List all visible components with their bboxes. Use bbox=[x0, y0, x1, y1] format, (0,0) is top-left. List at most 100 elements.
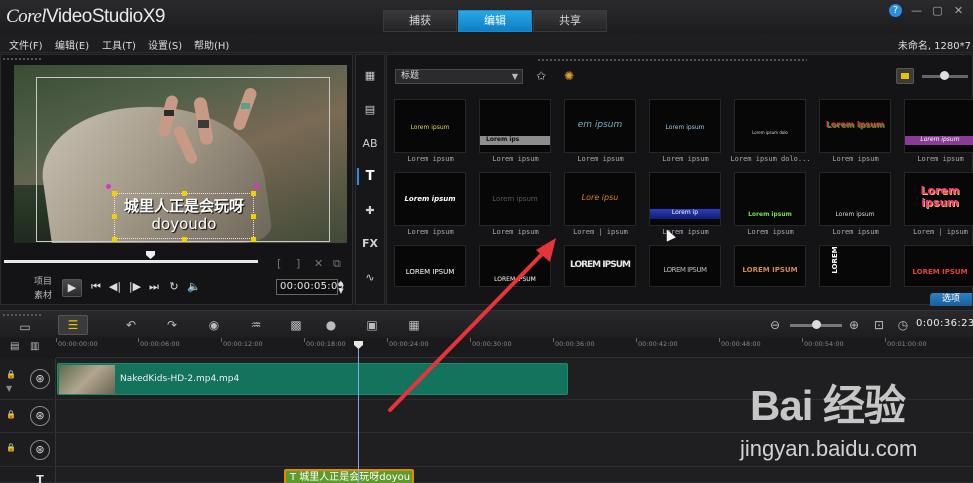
title-template[interactable]: Lorem ip Lorem ipsum bbox=[645, 172, 726, 238]
title-template[interactable]: Lorem ipsum dolo Lorem ipsum dolo... bbox=[730, 99, 811, 165]
tab-edit[interactable]: 编辑 bbox=[458, 10, 532, 32]
undo-icon[interactable]: ↶ bbox=[121, 317, 141, 333]
title-template[interactable]: LOREM IPSUM bbox=[730, 245, 811, 311]
title-template[interactable]: Lorem ips Lorem ipsum bbox=[475, 99, 556, 165]
title-clip[interactable]: T 城里人正是会玩呀doyou bbox=[284, 469, 414, 483]
options-button[interactable]: 选项 bbox=[930, 293, 972, 306]
chapter-icon[interactable]: ▥ bbox=[30, 341, 39, 352]
player-timecode[interactable]: 00:00:05:09 bbox=[276, 279, 344, 295]
thumbnail-view-button[interactable] bbox=[896, 68, 914, 84]
mark-in-icon[interactable]: [ bbox=[277, 257, 281, 270]
panel-grip[interactable] bbox=[2, 313, 42, 317]
title-template[interactable]: Lorem ipsum Lorem ipsum bbox=[390, 172, 471, 238]
title-template[interactable]: LOREM IPSUM bbox=[475, 245, 556, 311]
end-button[interactable]: ⏭ bbox=[147, 279, 161, 295]
auto-music-icon[interactable]: ▩ bbox=[286, 317, 306, 333]
title-template[interactable]: LOREM IPSUM bbox=[560, 245, 641, 311]
zoom-in-icon[interactable]: ⊕ bbox=[847, 317, 861, 333]
video-clip[interactable]: NakedKids-HD-2.mp4.mp4 bbox=[57, 363, 568, 395]
overlay-track[interactable]: 🔒 ⊛ bbox=[0, 400, 973, 433]
resize-handle[interactable] bbox=[112, 237, 117, 242]
add-star-icon[interactable]: ✩ bbox=[531, 67, 551, 85]
title-template[interactable]: LOREM IPSUM bbox=[390, 245, 471, 311]
media-icon[interactable]: ▦ bbox=[360, 67, 380, 84]
storyboard-view-icon[interactable]: ▭ bbox=[14, 319, 36, 335]
timeline-zoom-slider[interactable] bbox=[790, 320, 842, 329]
expand-icon[interactable]: ▼ bbox=[6, 384, 12, 393]
lock-icon[interactable]: 🔒 bbox=[6, 410, 16, 419]
title-track[interactable]: T bbox=[0, 467, 973, 483]
menu-help[interactable]: 帮助(H) bbox=[194, 37, 229, 52]
panel-grip[interactable] bbox=[537, 58, 807, 62]
timecode-stepper[interactable]: ▲ ▼ bbox=[337, 279, 345, 295]
overlay-track-icon[interactable]: ⊛ bbox=[30, 406, 50, 426]
maximize-icon[interactable]: ▢ bbox=[931, 4, 944, 17]
enlarge-icon[interactable]: ⧉ bbox=[333, 257, 341, 271]
lock-icon[interactable]: 🔒 bbox=[6, 370, 16, 379]
next-frame-button[interactable]: |▶ bbox=[127, 279, 143, 295]
title-template[interactable]: Lorem ipsum Lorem ipsum bbox=[475, 172, 556, 238]
resize-handle[interactable] bbox=[182, 237, 187, 242]
play-button[interactable]: ▶ bbox=[62, 279, 82, 297]
minimize-icon[interactable]: — bbox=[910, 4, 923, 17]
title-template[interactable]: Lorem ipsum Lorem ipsum bbox=[390, 99, 471, 165]
panel-grip[interactable] bbox=[2, 57, 42, 61]
close-icon[interactable]: ✕ bbox=[952, 4, 965, 17]
track-manager-icon[interactable]: ▤ bbox=[10, 341, 19, 352]
tab-capture[interactable]: 捕获 bbox=[383, 10, 457, 32]
lock-icon[interactable]: 🔒 bbox=[6, 443, 16, 452]
title-template[interactable]: LOREM bbox=[815, 245, 896, 311]
slider-knob[interactable] bbox=[812, 320, 821, 329]
mode-clip[interactable]: 素材 bbox=[34, 288, 52, 301]
timeline-view-icon[interactable]: ☰ bbox=[58, 315, 88, 335]
filter-icon[interactable]: FX bbox=[360, 235, 380, 252]
overlay-track[interactable]: 🔒 ⊛ bbox=[0, 433, 973, 467]
menu-tools[interactable]: 工具(T) bbox=[102, 37, 136, 52]
title-template[interactable]: Lorem ipsum Lorem ipsum bbox=[815, 172, 896, 238]
menu-edit[interactable]: 编辑(E) bbox=[55, 37, 89, 52]
subtitle-editor-icon[interactable]: ▣ bbox=[362, 317, 382, 333]
scrub-bar[interactable] bbox=[4, 260, 258, 263]
audio-mixer-icon[interactable]: ♒ bbox=[246, 317, 266, 333]
title-track-icon[interactable]: T bbox=[30, 471, 50, 483]
zoom-out-icon[interactable]: ⊖ bbox=[768, 317, 782, 333]
thumbnail-size-slider[interactable] bbox=[922, 71, 968, 80]
video-track-icon[interactable]: ⊛ bbox=[30, 369, 50, 389]
title-template[interactable]: Lorem ipsum Lorem | ipsum bbox=[900, 172, 973, 238]
resize-handle[interactable] bbox=[251, 237, 256, 242]
graphic-icon[interactable]: ✚ bbox=[360, 202, 380, 219]
repeat-button[interactable]: ↻ bbox=[167, 279, 181, 295]
title-template[interactable]: em ipsum Lorem ipsum bbox=[560, 99, 641, 165]
record-capture-icon[interactable]: ◉ bbox=[204, 317, 224, 333]
transition-icon[interactable]: AB bbox=[360, 135, 380, 152]
fit-project-icon[interactable]: ⊡ bbox=[872, 317, 886, 333]
help-icon[interactable]: ? bbox=[889, 4, 902, 17]
badge-icon[interactable]: ✺ bbox=[559, 67, 579, 85]
multi-camera-icon[interactable]: ▦ bbox=[404, 317, 424, 333]
volume-button[interactable]: 🔈 bbox=[186, 279, 202, 295]
mode-project[interactable]: 项目 bbox=[34, 274, 52, 287]
slider-knob[interactable] bbox=[940, 71, 949, 80]
timeline-ruler[interactable]: 00:00:00:00 00:00:06:00 00:00:12:00 00:0… bbox=[56, 338, 973, 358]
rotate-handle[interactable] bbox=[254, 184, 259, 189]
menu-file[interactable]: 文件(F) bbox=[9, 37, 43, 52]
title-template[interactable]: Lorem ipsum Lorem ipsum bbox=[645, 99, 726, 165]
previous-frame-button[interactable]: ◀| bbox=[107, 279, 123, 295]
title-template[interactable]: Lorem ipsum Lorem ipsum bbox=[900, 99, 973, 165]
instant-project-icon[interactable]: ▤ bbox=[360, 101, 380, 118]
overlay-track-icon[interactable]: ⊛ bbox=[30, 440, 50, 460]
title-template[interactable]: Lorem ipsum Lorem ipsum bbox=[730, 172, 811, 238]
motion-tracking-icon[interactable]: ● bbox=[321, 317, 341, 333]
title-template[interactable]: LOREM IPSUM bbox=[645, 245, 726, 311]
mark-out-icon[interactable]: ] bbox=[296, 257, 300, 270]
rotate-handle[interactable] bbox=[106, 184, 111, 189]
title-template[interactable]: Lore ipsu Lorem | ipsum bbox=[560, 172, 641, 238]
title-template[interactable]: Lorem ipsum Lorem ipsum bbox=[815, 99, 896, 165]
tab-share[interactable]: 共享 bbox=[533, 10, 607, 32]
home-button[interactable]: ⏮ bbox=[89, 279, 103, 295]
cut-icon[interactable]: ✕ bbox=[314, 257, 323, 270]
category-select[interactable]: 标题 ▼ bbox=[395, 69, 523, 84]
menu-settings[interactable]: 设置(S) bbox=[148, 37, 182, 52]
title-icon[interactable]: T bbox=[357, 168, 380, 185]
path-icon[interactable]: ∿ bbox=[360, 269, 380, 286]
